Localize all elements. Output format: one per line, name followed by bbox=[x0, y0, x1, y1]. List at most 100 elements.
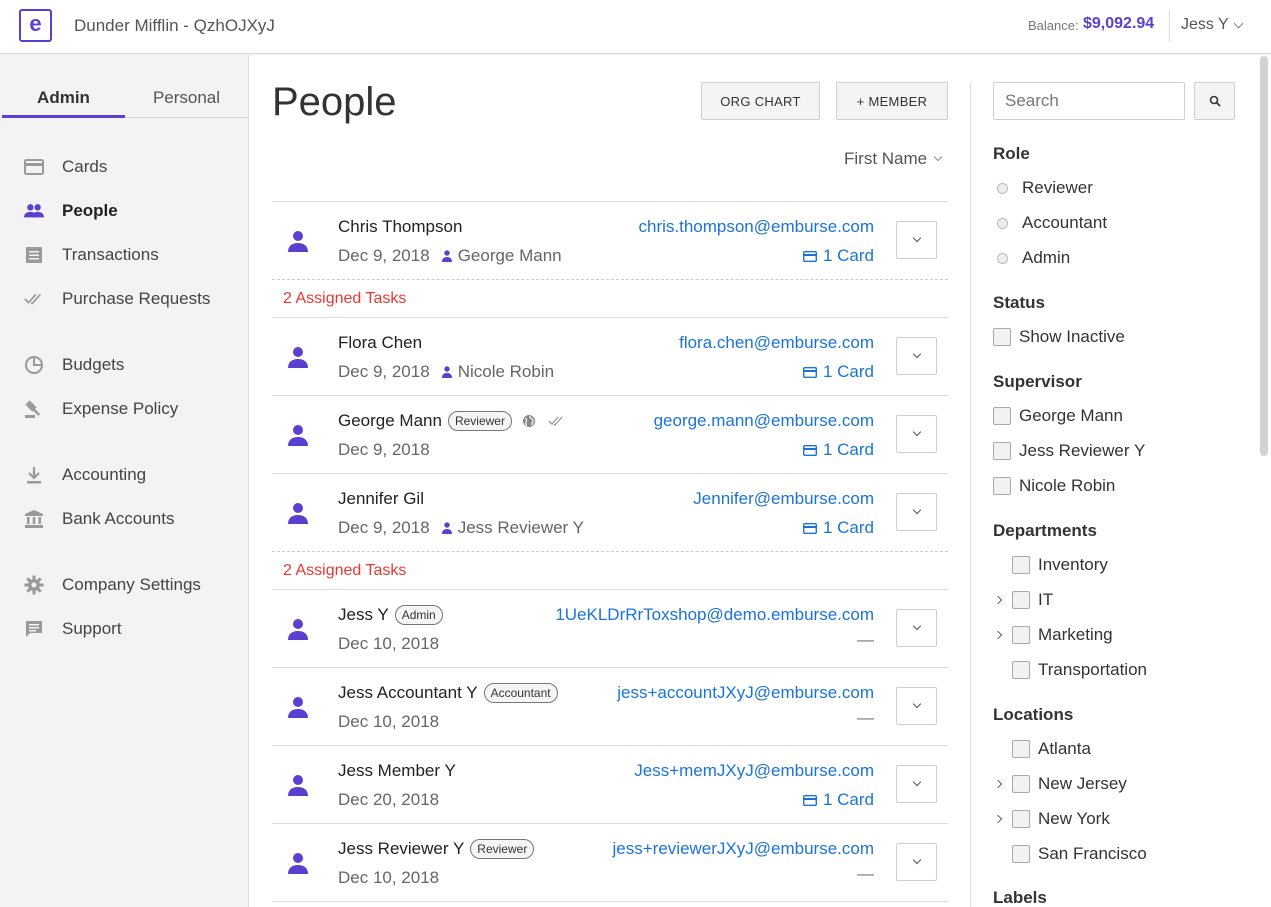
supervisor-option[interactable]: Nicole Robin bbox=[993, 476, 1115, 496]
expand-button[interactable] bbox=[896, 843, 937, 881]
supervisor-option[interactable]: George Mann bbox=[993, 406, 1123, 426]
department-option[interactable]: Marketing bbox=[1012, 625, 1113, 645]
person-email[interactable]: chris.thompson@emburse.com bbox=[638, 217, 874, 237]
sort-dropdown[interactable]: First Name bbox=[844, 149, 943, 169]
department-option[interactable]: Inventory bbox=[1012, 555, 1108, 575]
sidebar-item-budgets[interactable]: Budgets bbox=[24, 353, 124, 377]
sidebar-item-cards[interactable]: Cards bbox=[24, 155, 107, 179]
person-email[interactable]: jess+accountJXyJ@emburse.com bbox=[617, 683, 874, 703]
list-item[interactable]: Jess Member Y Dec 20, 2018 Jess+memJXyJ@… bbox=[272, 746, 948, 824]
sort-label: First Name bbox=[844, 149, 928, 168]
location-option[interactable]: New Jersey bbox=[1012, 774, 1127, 794]
person-cards-link[interactable]: 1 Card bbox=[802, 440, 874, 460]
sidebar-item-transactions[interactable]: Transactions bbox=[24, 243, 159, 267]
checkbox[interactable] bbox=[1012, 845, 1030, 863]
checkbox[interactable] bbox=[993, 442, 1011, 460]
checkbox[interactable] bbox=[1012, 740, 1030, 758]
tab-personal[interactable]: Personal bbox=[125, 88, 248, 118]
tab-admin[interactable]: Admin bbox=[2, 88, 125, 118]
person-email[interactable]: Jess+memJXyJ@emburse.com bbox=[634, 761, 874, 781]
chat-icon bbox=[24, 619, 44, 639]
expand-button[interactable] bbox=[896, 609, 937, 647]
expand-button[interactable] bbox=[896, 221, 937, 259]
list-item[interactable]: Flora Chen Dec 9, 2018 Nicole Robin flor… bbox=[272, 318, 948, 396]
expand-button[interactable] bbox=[896, 415, 937, 453]
sidebar-item-expense-policy[interactable]: Expense Policy bbox=[24, 397, 178, 421]
user-menu[interactable]: Jess Y bbox=[1181, 16, 1244, 34]
search-button[interactable] bbox=[1194, 82, 1235, 120]
list-item[interactable]: George Mann Reviewer Dec 9, 2018 george.… bbox=[272, 396, 948, 474]
list-item[interactable]: Jess Accountant Y Accountant Dec 10, 201… bbox=[272, 668, 948, 746]
list-item[interactable]: Jennifer Gil Dec 9, 2018 Jess Reviewer Y… bbox=[272, 474, 948, 552]
row-divider bbox=[272, 901, 948, 902]
person-small-icon bbox=[441, 366, 452, 378]
role-badge: Admin bbox=[394, 605, 443, 625]
search-input[interactable] bbox=[993, 82, 1185, 120]
person-cards-link[interactable]: 1 Card bbox=[802, 518, 874, 538]
chevron-right-icon[interactable] bbox=[993, 595, 1003, 605]
role-badge: Reviewer bbox=[470, 839, 535, 859]
location-option-label: Atlanta bbox=[1038, 739, 1091, 758]
chevron-right-icon[interactable] bbox=[993, 814, 1003, 824]
supervisor-option[interactable]: Jess Reviewer Y bbox=[993, 441, 1145, 461]
radio-button[interactable] bbox=[997, 182, 1008, 194]
person-cards-link[interactable]: 1 Card bbox=[802, 246, 874, 266]
scrollbar[interactable] bbox=[1260, 56, 1268, 456]
person-email[interactable]: Jennifer@emburse.com bbox=[693, 489, 874, 509]
expand-button[interactable] bbox=[896, 687, 937, 725]
checkbox[interactable] bbox=[1012, 775, 1030, 793]
person-email[interactable]: jess+reviewerJXyJ@emburse.com bbox=[613, 839, 874, 859]
person-date-wrap: Dec 9, 2018 George Mann bbox=[338, 246, 562, 266]
person-email[interactable]: 1UeKLDrRrToxshop@demo.emburse.com bbox=[555, 605, 874, 625]
checkbox[interactable] bbox=[1012, 626, 1030, 644]
person-small-icon bbox=[441, 250, 452, 262]
sidebar-item-purchase-requests[interactable]: Purchase Requests bbox=[24, 287, 210, 311]
checkbox[interactable] bbox=[993, 477, 1011, 495]
assigned-tasks-link[interactable]: 2 Assigned Tasks bbox=[283, 290, 406, 308]
sidebar-item-people[interactable]: People bbox=[24, 199, 118, 223]
sidebar-item-accounting[interactable]: Accounting bbox=[24, 463, 146, 487]
role-option-reviewer[interactable]: Reviewer bbox=[997, 178, 1093, 198]
location-option[interactable]: Atlanta bbox=[1012, 739, 1091, 759]
list-item[interactable]: Jess Y Admin Dec 10, 2018 1UeKLDrRrToxsh… bbox=[272, 590, 948, 668]
person-email[interactable]: flora.chen@emburse.com bbox=[679, 333, 874, 353]
department-option[interactable]: IT bbox=[1012, 590, 1053, 610]
person-icon bbox=[288, 775, 308, 796]
show-inactive-checkbox[interactable]: Show Inactive bbox=[993, 327, 1125, 347]
role-option-accountant[interactable]: Accountant bbox=[997, 213, 1107, 233]
chevron-right-icon[interactable] bbox=[993, 630, 1003, 640]
sidebar-item-support[interactable]: Support bbox=[24, 617, 122, 641]
expand-button[interactable] bbox=[896, 337, 937, 375]
sidebar-item-company-settings[interactable]: Company Settings bbox=[24, 573, 201, 597]
gear-icon bbox=[24, 575, 44, 595]
location-option[interactable]: New York bbox=[1012, 809, 1110, 829]
chevron-right-icon[interactable] bbox=[993, 779, 1003, 789]
radio-button[interactable] bbox=[997, 217, 1008, 229]
add-member-button[interactable]: + MEMBER bbox=[836, 82, 948, 120]
checkbox[interactable] bbox=[1012, 810, 1030, 828]
supervisor-name: Jess Reviewer Y bbox=[457, 518, 584, 537]
list-item[interactable]: Chris Thompson Dec 9, 2018 George Mann c… bbox=[272, 202, 948, 280]
emburse-logo-icon[interactable]: e bbox=[19, 9, 52, 42]
list-item[interactable]: Jess Reviewer Y Reviewer Dec 10, 2018 je… bbox=[272, 824, 948, 902]
checkbox[interactable] bbox=[1012, 556, 1030, 574]
checkbox[interactable] bbox=[1012, 661, 1030, 679]
assigned-tasks-link[interactable]: 2 Assigned Tasks bbox=[283, 562, 406, 580]
person-date-wrap: Dec 10, 2018 bbox=[338, 712, 439, 732]
expand-button[interactable] bbox=[896, 765, 937, 803]
location-option-label: New Jersey bbox=[1038, 774, 1127, 793]
expand-button[interactable] bbox=[896, 493, 937, 531]
checkbox[interactable] bbox=[993, 328, 1011, 346]
sidebar-item-bank-accounts[interactable]: Bank Accounts bbox=[24, 507, 174, 531]
header-divider bbox=[1169, 10, 1170, 42]
department-option[interactable]: Transportation bbox=[1012, 660, 1147, 680]
radio-button[interactable] bbox=[997, 252, 1008, 264]
location-option[interactable]: San Francisco bbox=[1012, 844, 1147, 864]
person-email[interactable]: george.mann@emburse.com bbox=[654, 411, 874, 431]
person-cards-link[interactable]: 1 Card bbox=[802, 790, 874, 810]
role-option-admin[interactable]: Admin bbox=[997, 248, 1070, 268]
checkbox[interactable] bbox=[993, 407, 1011, 425]
person-cards-link[interactable]: 1 Card bbox=[802, 362, 874, 382]
org-chart-button[interactable]: ORG CHART bbox=[701, 82, 820, 120]
checkbox[interactable] bbox=[1012, 591, 1030, 609]
